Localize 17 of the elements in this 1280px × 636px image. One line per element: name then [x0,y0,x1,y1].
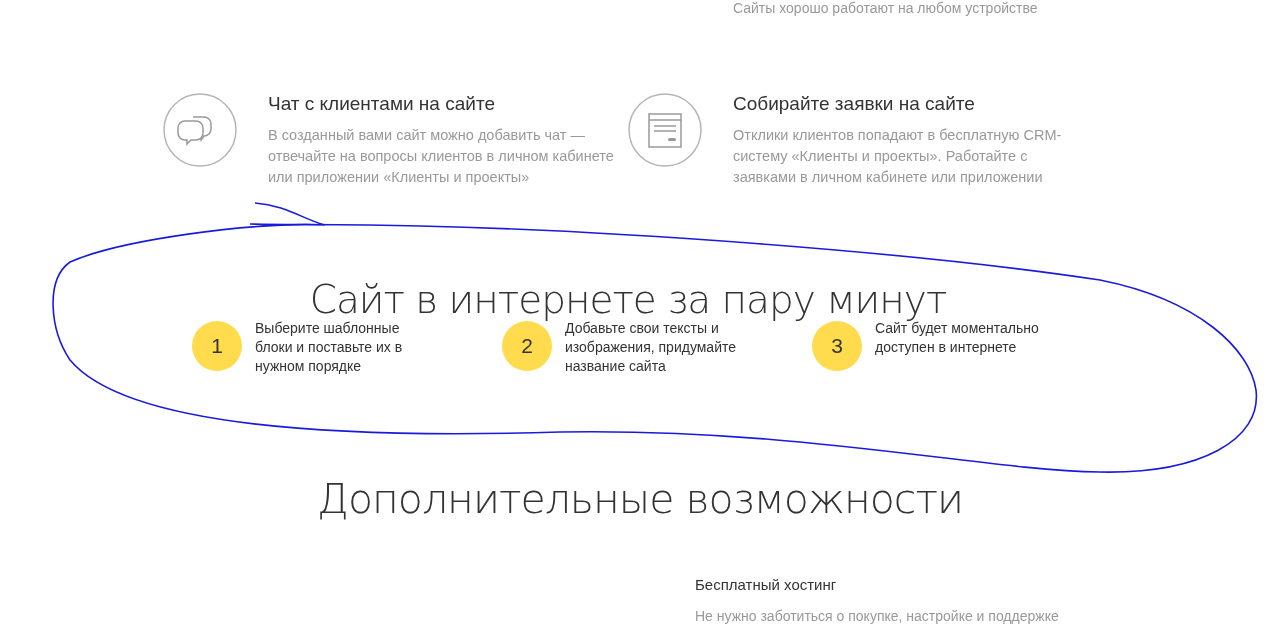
feature-description: Не нужно заботиться о покупке, настройке и поддержке [695,608,1060,624]
feature-description: Сайты хорошо работают на любом устройстве [733,0,1039,16]
step-number: 2 [502,321,552,371]
feature-title: Бесплатный хостинг [695,576,838,593]
section-heading: Сайт в интернете за пару минут [309,277,947,322]
feature-title: Чат с клиентами на сайте [268,93,496,115]
feature-description: В созданный вами сайт можно добавить чат — отвечайте на вопросы клиентов в личном кабинете или приложении «Клиенты и проекты» [268,126,615,187]
chat-icon [163,93,237,167]
step-description: Сайт будет моментально доступен в интернете [875,320,1040,357]
form-icon [628,93,702,167]
section-heading: Дополнительные возможности [316,474,964,524]
step-number: 3 [812,321,862,371]
step-number: 1 [192,321,242,371]
step-description: Добавьте свои тексты и изображения, придумайте название сайта [565,320,736,376]
feature-description: Отклики клиентов попадают в бесплатную CRM-систему «Клиенты и проекты». Работайте с заявками в личном кабинете или приложении [733,126,1063,187]
step-description: Выберите шаблонные блоки и поставьте их в нужном порядке [255,319,404,376]
feature-title: Собирайте заявки на сайте [733,93,976,115]
